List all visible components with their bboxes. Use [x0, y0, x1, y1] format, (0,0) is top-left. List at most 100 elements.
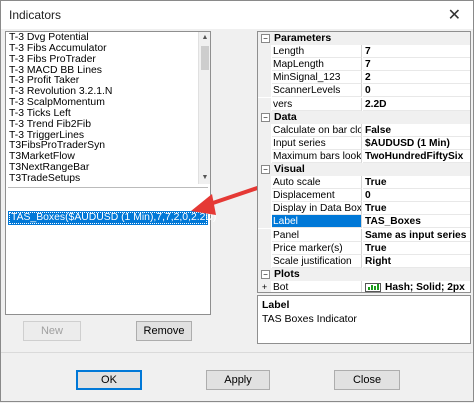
indicator-list-item[interactable]: T3FibsProTraderSyn	[6, 140, 198, 151]
category-label: Plots	[274, 268, 300, 281]
property-value[interactable]: Right	[363, 255, 470, 268]
property-value[interactable]: 0	[363, 84, 470, 97]
indicator-list-item[interactable]: T3NextRangeBar	[6, 162, 198, 173]
property-row[interactable]: Display in Data BoxTrue	[258, 202, 470, 215]
indicator-list-item[interactable]: T-3 Profit Taker	[6, 75, 198, 86]
divider	[1, 352, 473, 353]
property-row[interactable]: ScannerLevels0	[258, 84, 470, 97]
category-label: Data	[274, 111, 297, 124]
scroll-down-icon[interactable]: ▼	[199, 172, 211, 184]
category-label: Parameters	[274, 32, 331, 45]
row-gutter	[258, 84, 271, 97]
property-row[interactable]: Calculate on bar closFalse	[258, 124, 470, 137]
row-gutter	[258, 176, 271, 189]
plot-style-text: Hash; Solid; 2px	[385, 282, 465, 293]
title-bar: Indicators ✕	[1, 1, 473, 29]
indicator-panel: T-3 Dvg PotentialT-3 Fibs AccumulatorT-3…	[5, 31, 211, 315]
indicator-list-item[interactable]: T-3 Dvg Potential	[6, 32, 198, 43]
new-button[interactable]: New	[23, 321, 81, 341]
row-gutter	[258, 202, 271, 215]
property-row[interactable]: LabelTAS_Boxes	[258, 215, 470, 228]
indicator-list-item[interactable]: T-3 Ticks Left	[6, 108, 198, 119]
row-gutter	[258, 189, 271, 202]
property-value[interactable]: 2.2D	[363, 98, 470, 111]
category-label: Visual	[274, 163, 305, 176]
property-value[interactable]: 0	[363, 189, 470, 202]
property-name: Displacement	[272, 189, 362, 202]
row-gutter	[258, 124, 271, 137]
close-button[interactable]: Close	[334, 370, 400, 390]
indicator-list-item[interactable]: T-3 ScalpMomentum	[6, 97, 198, 108]
applied-indicators-list[interactable]: TAS_Boxes($AUDUSD (1 Min),7,7,2,0,2.2D)	[8, 187, 208, 314]
property-row[interactable]: Maximum bars look lTwoHundredFiftySix	[258, 150, 470, 163]
property-value[interactable]: $AUDUSD (1 Min)	[363, 137, 470, 150]
property-row[interactable]: Input series$AUDUSD (1 Min)	[258, 137, 470, 150]
property-grid[interactable]: −ParametersLength7MapLength7MinSignal_12…	[257, 31, 471, 293]
row-gutter	[258, 137, 271, 150]
indicator-list-item[interactable]: T-3 Fibs Accumulator	[6, 43, 198, 54]
property-name: Scale justification	[272, 255, 362, 268]
row-gutter	[258, 255, 271, 268]
property-name: vers	[272, 98, 362, 111]
property-value[interactable]: True	[363, 242, 470, 255]
indicator-list-item[interactable]: T-3 MACD BB Lines	[6, 65, 198, 76]
description-title: Label	[262, 299, 466, 311]
property-value[interactable]: 7	[363, 45, 470, 58]
row-gutter	[258, 58, 271, 71]
property-value[interactable]: False	[363, 124, 470, 137]
row-gutter	[258, 242, 271, 255]
close-icon[interactable]: ✕	[448, 5, 461, 24]
category-parameters[interactable]: −Parameters	[258, 32, 470, 45]
property-row[interactable]: vers2.2D	[258, 98, 470, 111]
indicator-list-scrollbar[interactable]: ▲ ▼	[198, 32, 210, 184]
property-description: Label TAS Boxes Indicator	[257, 295, 471, 344]
property-value[interactable]: Hash; Solid; 2px	[363, 281, 470, 293]
collapse-icon[interactable]: −	[261, 165, 270, 174]
row-gutter	[258, 45, 271, 58]
indicator-list-item[interactable]: T-3 Revolution 3.2.1.N	[6, 86, 198, 97]
expand-icon[interactable]: +	[258, 281, 271, 293]
dialog-title: Indicators	[9, 8, 61, 22]
property-name: Bot	[272, 281, 362, 293]
property-row[interactable]: Displacement0	[258, 189, 470, 202]
category-data[interactable]: −Data	[258, 111, 470, 124]
property-value[interactable]: 7	[363, 58, 470, 71]
property-row[interactable]: MapLength7	[258, 58, 470, 71]
applied-indicator-item[interactable]: TAS_Boxes($AUDUSD (1 Min),7,7,2,0,2.2D)	[8, 211, 208, 225]
scroll-thumb[interactable]	[201, 46, 209, 70]
property-value[interactable]: 2	[363, 71, 470, 84]
available-indicators-list[interactable]: T-3 Dvg PotentialT-3 Fibs AccumulatorT-3…	[6, 32, 198, 184]
property-name: Display in Data Box	[272, 202, 362, 215]
property-name: Panel	[272, 229, 362, 242]
property-value[interactable]: Same as input series	[363, 229, 470, 242]
property-row[interactable]: PanelSame as input series	[258, 229, 470, 242]
indicator-list-item[interactable]: T-3 Fibs ProTrader	[6, 54, 198, 65]
ok-button[interactable]: OK	[76, 370, 142, 390]
indicator-list-item[interactable]: T3TradeSetups	[6, 173, 198, 184]
collapse-icon[interactable]: −	[261, 34, 270, 43]
property-name: MinSignal_123	[272, 71, 362, 84]
property-row[interactable]: Price marker(s)True	[258, 242, 470, 255]
collapse-icon[interactable]: −	[261, 270, 270, 279]
property-name: Maximum bars look l	[272, 150, 362, 163]
indicator-list-item[interactable]: T-3 Trend Fib2Fib	[6, 119, 198, 130]
property-row[interactable]: MinSignal_1232	[258, 71, 470, 84]
indicator-list-item[interactable]: T3MarketFlow	[6, 151, 198, 162]
row-gutter	[258, 98, 271, 111]
property-value[interactable]: True	[363, 176, 470, 189]
property-row[interactable]: +Bot Hash; Solid; 2px	[258, 281, 470, 293]
category-visual[interactable]: −Visual	[258, 163, 470, 176]
property-name: Calculate on bar clos	[272, 124, 362, 137]
property-value[interactable]: True	[363, 202, 470, 215]
property-value[interactable]: TwoHundredFiftySix	[363, 150, 470, 163]
property-row[interactable]: Auto scaleTrue	[258, 176, 470, 189]
property-value[interactable]: TAS_Boxes	[363, 215, 470, 228]
property-row[interactable]: Length7	[258, 45, 470, 58]
category-plots[interactable]: −Plots	[258, 268, 470, 281]
scroll-up-icon[interactable]: ▲	[199, 32, 211, 44]
apply-button[interactable]: Apply	[206, 370, 270, 390]
indicator-list-item[interactable]: T-3 TriggerLines	[6, 130, 198, 141]
collapse-icon[interactable]: −	[261, 113, 270, 122]
property-row[interactable]: Scale justificationRight	[258, 255, 470, 268]
remove-button[interactable]: Remove	[136, 321, 192, 341]
